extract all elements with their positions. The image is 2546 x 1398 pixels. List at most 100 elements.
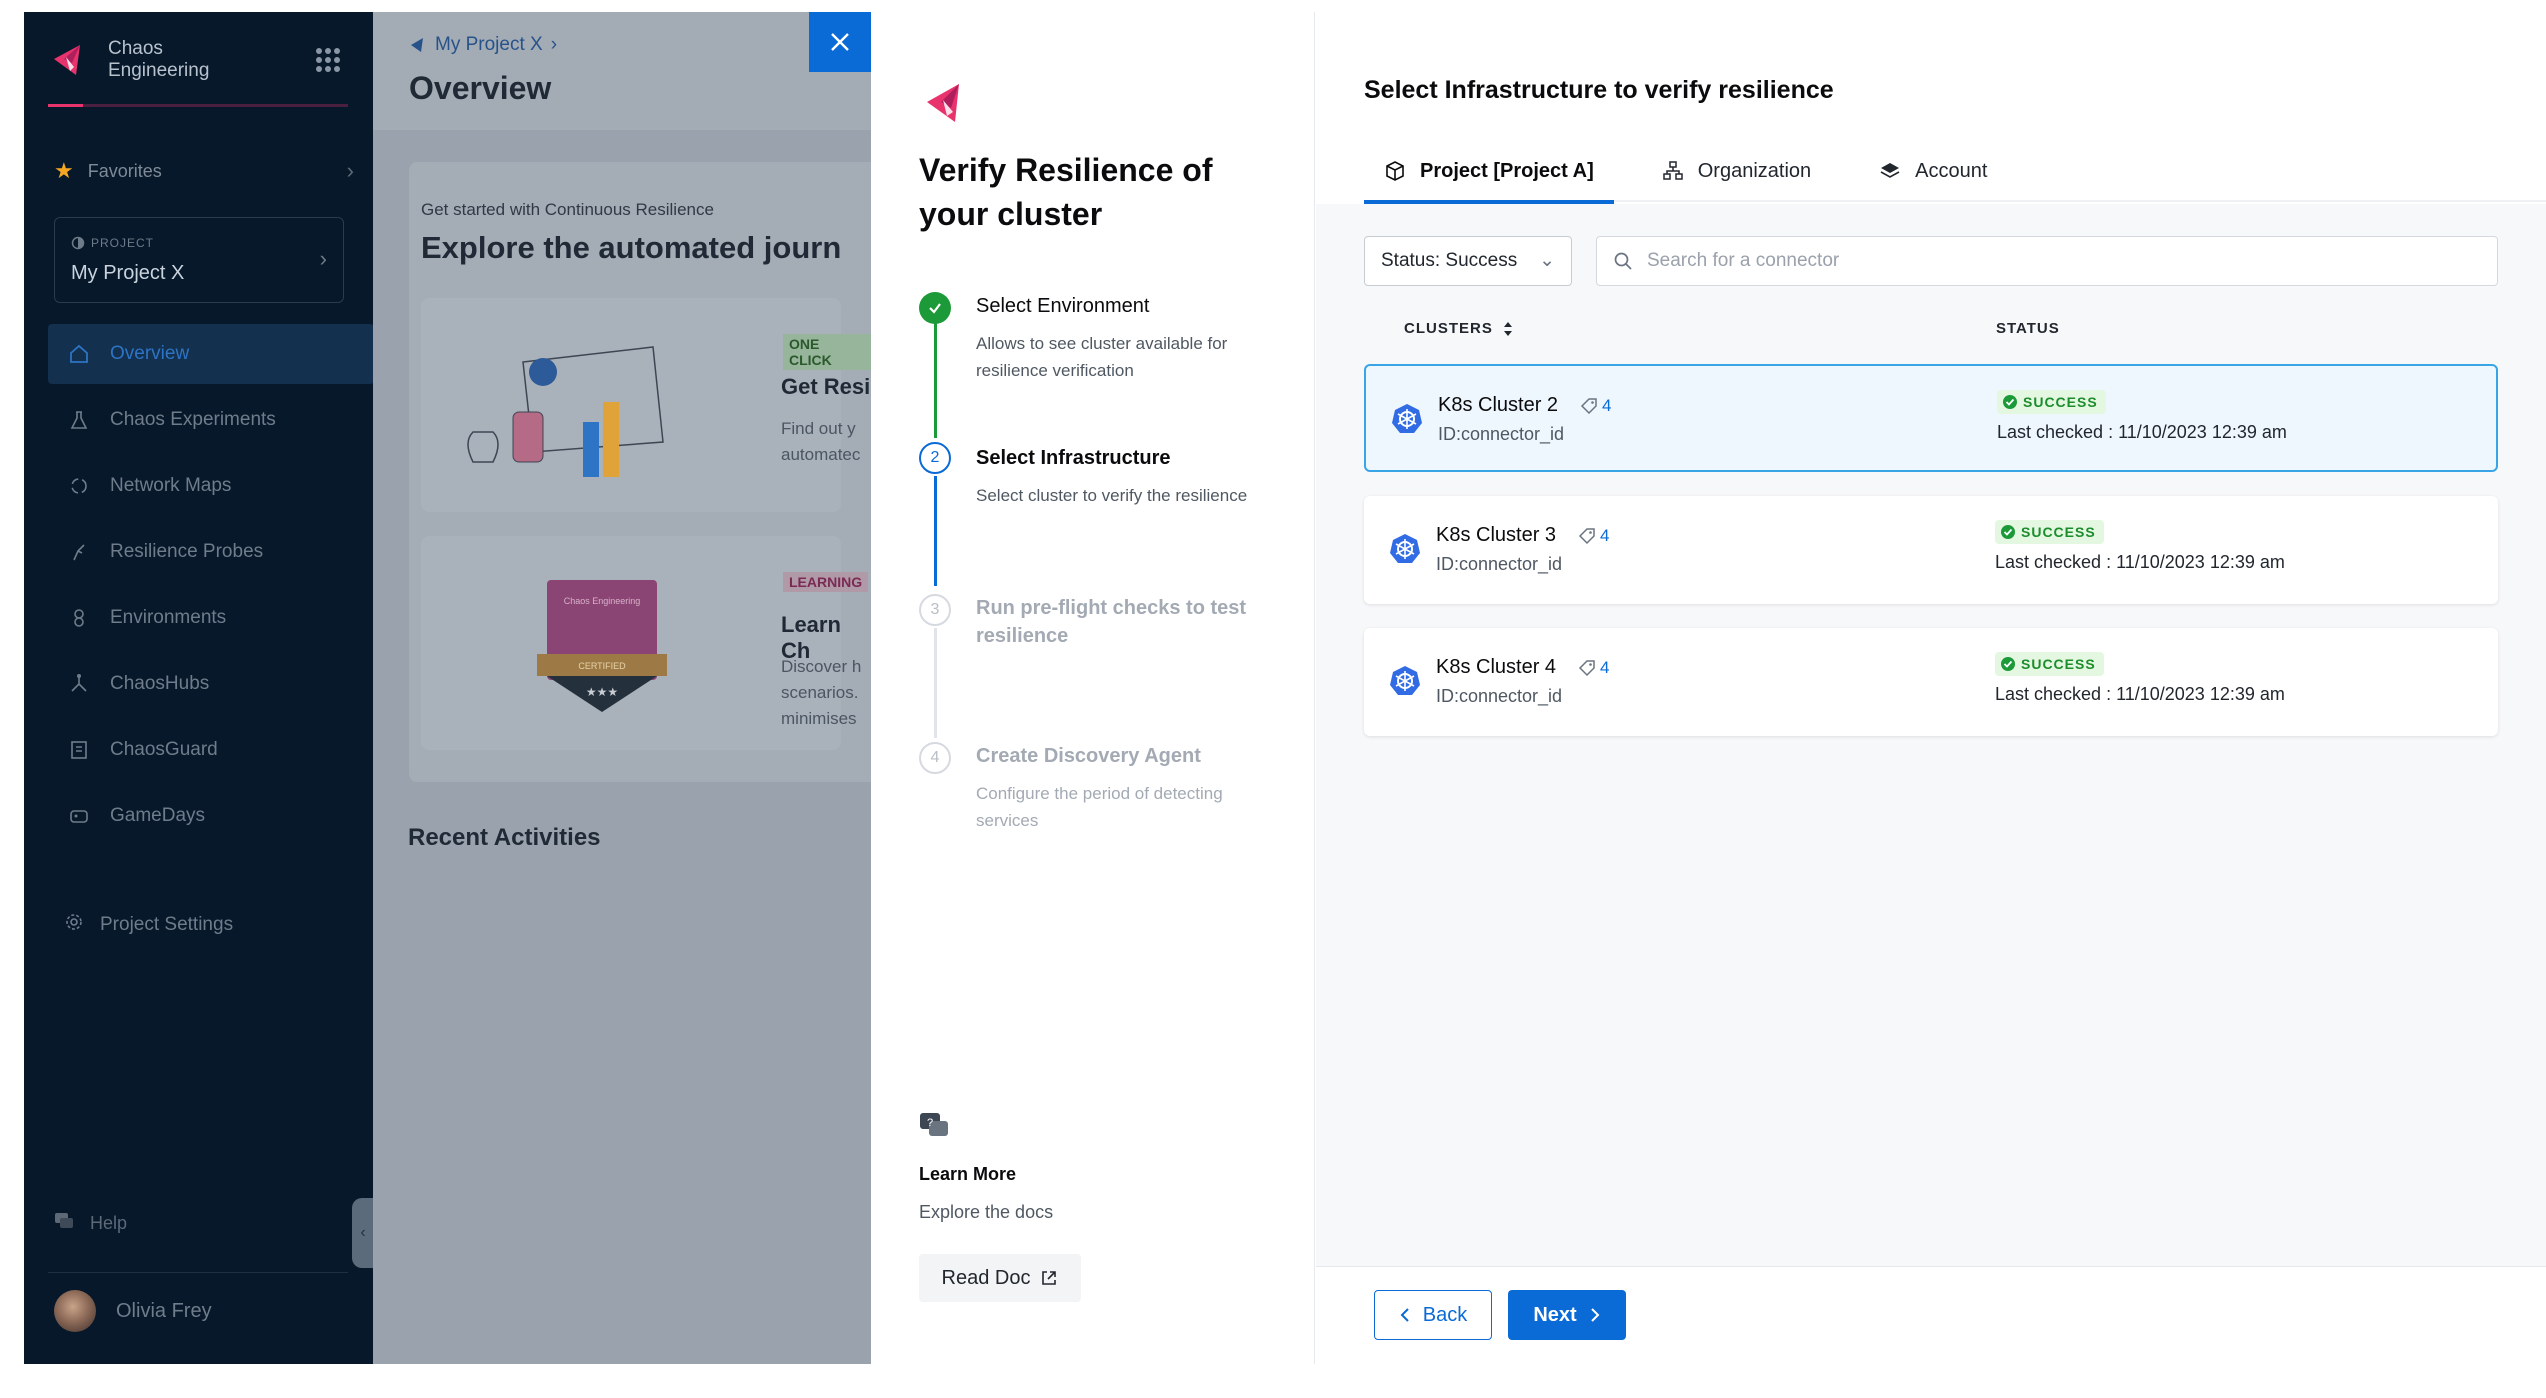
tab-organization[interactable]: Organization: [1642, 140, 1831, 202]
gear-icon: [64, 912, 84, 938]
sidebar-item-chaos-experiments[interactable]: Chaos Experiments: [48, 390, 374, 450]
gameday-icon: [66, 803, 92, 829]
tag-count-value: 4: [1602, 396, 1612, 415]
svg-text:?: ?: [927, 1117, 933, 1129]
status-text: SUCCESS: [2021, 656, 2096, 672]
cert-top-text: Chaos Engineering: [564, 596, 641, 606]
tab-label: Account: [1915, 159, 1988, 182]
back-button[interactable]: Back: [1374, 1290, 1492, 1340]
sidebar-item-project-settings[interactable]: Project Settings: [64, 912, 233, 938]
status-filter-dropdown[interactable]: Status: Success ⌄: [1364, 236, 1572, 286]
read-doc-button[interactable]: Read Doc: [919, 1254, 1081, 1302]
chevron-left-icon: [1400, 1308, 1409, 1322]
badge-learning: LEARNING: [783, 572, 869, 592]
project-settings-label: Project Settings: [100, 914, 234, 935]
tag-count-value: 4: [1600, 658, 1610, 677]
sidebar-item-label: Overview: [110, 343, 190, 364]
step-3-number: 3: [919, 594, 951, 626]
favorites-label: Favorites: [87, 160, 162, 181]
chevron-left-icon: ‹: [360, 1224, 366, 1241]
column-header-clusters[interactable]: CLUSTERS: [1404, 320, 1513, 337]
card-title: Explore the automated journ: [421, 230, 842, 265]
environment-icon: [66, 605, 92, 631]
tag-count[interactable]: 4: [1580, 396, 1611, 416]
column-header-status: STATUS: [1996, 320, 2060, 337]
step-connector: [934, 628, 937, 738]
tag-count[interactable]: 4: [1578, 658, 1609, 678]
cluster-id: ID:connector_id: [1438, 424, 1565, 444]
step-2-number: 2: [919, 442, 951, 474]
org-icon: [1663, 161, 1683, 180]
status-filter-label: Status: Success: [1381, 250, 1518, 271]
hub-icon: [66, 671, 92, 697]
status-badge: SUCCESS: [1995, 652, 2104, 676]
app-switcher-icon[interactable]: [316, 48, 340, 72]
column-header-label: CLUSTERS: [1404, 320, 1493, 337]
tab-account[interactable]: Account: [1859, 140, 2007, 202]
tab-project[interactable]: Project [Project A]: [1364, 140, 1614, 204]
brand-name: Chaos Engineering: [108, 38, 210, 81]
external-link-icon: [1042, 1271, 1057, 1285]
wizard-steps-panel: Verify Resilience of your cluster Select…: [871, 12, 1315, 1364]
learn-more-desc: Explore the docs: [919, 1202, 1054, 1222]
sidebar-item-network-maps[interactable]: Network Maps: [48, 456, 374, 516]
sidebar-nav: Overview Chaos Experiments Network Maps …: [48, 324, 374, 852]
kubernetes-icon: [1392, 404, 1422, 433]
step-3-title: Run pre-flight checks to test resilience: [976, 597, 1247, 647]
step-2-title: Select Infrastructure: [976, 447, 1171, 469]
close-button[interactable]: [809, 12, 871, 72]
tab-label: Project [Project A]: [1420, 159, 1594, 182]
panel-title: Select Infrastructure to verify resilien…: [1364, 76, 1834, 104]
back-label: Back: [1422, 1303, 1468, 1326]
tile2-desc: Discover h scenarios. minimises: [781, 657, 862, 728]
search-input[interactable]: [1647, 250, 2467, 272]
app-root: Chaos Engineering ★ Favorites › PROJECT …: [0, 0, 2546, 1398]
check-circle-icon: [2001, 525, 2015, 539]
help-link[interactable]: Help: [54, 1212, 127, 1235]
last-checked: Last checked : 11/10/2023 12:39 am: [1997, 422, 2287, 442]
kubernetes-icon: [1390, 534, 1420, 563]
sidebar-item-chaosguard[interactable]: ChaosGuard: [48, 720, 374, 780]
sidebar-item-environments[interactable]: Environments: [48, 588, 374, 648]
favorites[interactable]: ★ Favorites ›: [54, 158, 354, 184]
sidebar-item-label: GameDays: [110, 805, 206, 826]
sidebar-item-chaoshubs[interactable]: ChaosHubs: [48, 654, 374, 714]
step-2-desc: Select cluster to verify the resilience: [976, 486, 1248, 505]
cluster-row[interactable]: K8s Cluster 2 4 ID:connector_id SUCCESS …: [1364, 364, 2498, 472]
chaos-logo-icon: [927, 84, 959, 122]
cluster-id: ID:connector_id: [1436, 686, 1563, 706]
cluster-row[interactable]: K8s Cluster 3 4 ID:connector_id SUCCESS …: [1364, 496, 2498, 604]
user-profile[interactable]: Olivia Frey: [54, 1290, 212, 1332]
sidebar-item-gamedays[interactable]: GameDays: [48, 786, 374, 846]
badge-one-click: ONE CLICK: [783, 334, 871, 370]
cluster-row[interactable]: K8s Cluster 4 4 ID:connector_id SUCCESS …: [1364, 628, 2498, 736]
sidebar-item-resilience-probes[interactable]: Resilience Probes: [48, 522, 374, 582]
sidebar-item-label: Chaos Experiments: [110, 409, 276, 430]
tile1-title: Get Resi: [781, 374, 871, 399]
next-button[interactable]: Next: [1508, 1290, 1626, 1340]
star-icon: ★: [54, 158, 74, 183]
status-badge: SUCCESS: [1997, 390, 2106, 414]
network-icon: [66, 473, 92, 499]
tag-icon: [1578, 528, 1595, 545]
probe-icon: [66, 539, 92, 565]
home-icon: [66, 341, 92, 367]
sort-icon: [1503, 321, 1512, 336]
step-4-desc: Configure the period of detecting servic…: [976, 784, 1223, 830]
step-4-number: 4: [919, 742, 951, 774]
sidebar-item-label: ChaosHubs: [110, 673, 210, 694]
brand[interactable]: Chaos Engineering: [50, 38, 248, 82]
layers-icon: [1880, 163, 1900, 178]
status-badge: SUCCESS: [1995, 520, 2104, 544]
card-subtitle: Get started with Continuous Resilience: [421, 200, 714, 219]
step-connector: [934, 318, 937, 438]
project-selector[interactable]: PROJECT My Project X ›: [54, 217, 344, 303]
sidebar-item-overview[interactable]: Overview: [48, 324, 374, 384]
tag-count[interactable]: 4: [1578, 526, 1609, 546]
flask-icon: [66, 407, 92, 433]
sidebar-item-label: Resilience Probes: [110, 541, 264, 562]
project-icon: [71, 236, 85, 250]
collapse-sidebar-button[interactable]: ‹: [352, 1198, 374, 1268]
cluster-name: K8s Cluster 2: [1438, 394, 1559, 416]
tag-icon: [1580, 398, 1597, 415]
